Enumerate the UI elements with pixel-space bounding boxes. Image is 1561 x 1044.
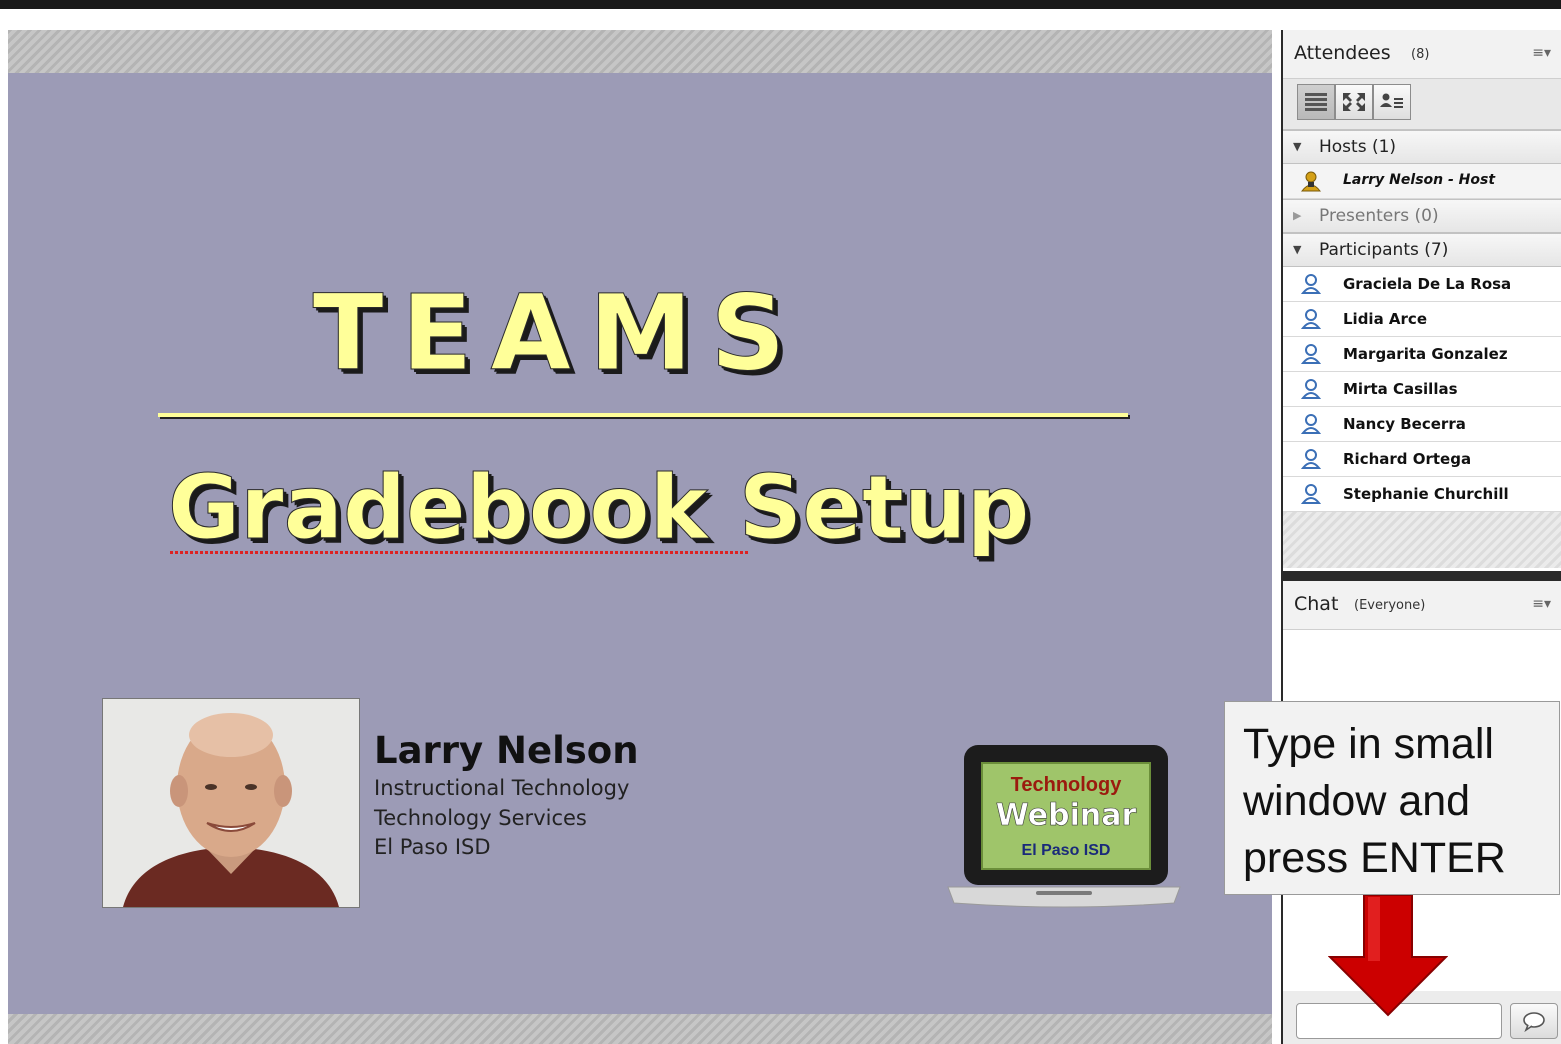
collapse-triangle-icon: ▼ (1293, 140, 1302, 153)
participant-name: Graciela De La Rosa (1343, 275, 1512, 293)
participant-user-icon (1300, 309, 1322, 329)
chat-header: Chat (Everyone) ≡▾ (1283, 581, 1561, 630)
user-list-icon (1380, 93, 1403, 108)
participant-name: Margarita Gonzalez (1343, 345, 1508, 363)
chat-title: Chat (1294, 593, 1339, 615)
instruction-callout: Type in small window and press ENTER (1224, 701, 1560, 895)
participant-user-icon (1300, 484, 1322, 504)
attendee-view-toolbar (1283, 79, 1561, 130)
attendees-header: Attendees (8) ≡▾ (1283, 30, 1561, 79)
chat-menu-icon[interactable]: ≡▾ (1532, 596, 1551, 612)
hosts-group-label: Hosts (1) (1319, 137, 1397, 157)
participants-group-header[interactable]: ▼ Participants (7) (1283, 233, 1561, 267)
callout-line-3: press ENTER (1243, 834, 1506, 882)
host-name: Larry Nelson - Host (1343, 172, 1496, 188)
logo-text-technology: Technology (1011, 774, 1123, 796)
participant-user-icon (1300, 449, 1322, 469)
presenter-division: Technology Services (374, 806, 587, 830)
chat-scope: (Everyone) (1354, 598, 1426, 613)
list-view-button[interactable] (1297, 84, 1335, 120)
attendee-list-empty-area (1283, 512, 1561, 568)
spellcheck-underline (170, 551, 750, 554)
participant-user-icon (1300, 414, 1322, 434)
chat-send-button[interactable] (1510, 1003, 1558, 1039)
speech-bubble-icon (1523, 1012, 1545, 1032)
host-user-icon (1300, 171, 1322, 192)
attendee-row[interactable]: Lidia Arce (1283, 302, 1561, 337)
attendees-menu-icon[interactable]: ≡▾ (1532, 45, 1551, 61)
webinar-logo: Technology Webinar El Paso ISD (944, 741, 1184, 911)
attendee-row[interactable]: Stephanie Churchill (1283, 477, 1561, 512)
attendees-pod: Attendees (8) ≡▾ ▼ Hosts (1) Larry Nelso… (1283, 30, 1561, 571)
attendee-row-host[interactable]: Larry Nelson - Host (1283, 164, 1561, 199)
callout-line-2: window and (1243, 777, 1471, 825)
participant-user-icon (1300, 274, 1322, 294)
participant-name: Richard Ortega (1343, 450, 1472, 468)
expand-triangle-icon: ▶ (1293, 209, 1302, 222)
list-view-icon (1305, 93, 1327, 111)
collapse-triangle-icon: ▼ (1293, 243, 1302, 256)
slide-title: TEAMS (312, 272, 804, 395)
top-bar (0, 0, 1561, 9)
attendee-row[interactable]: Nancy Becerra (1283, 407, 1561, 442)
attendee-row[interactable]: Richard Ortega (1283, 442, 1561, 477)
participant-user-icon (1300, 379, 1322, 399)
expand-view-button[interactable] (1335, 84, 1373, 120)
presenter-photo (102, 698, 360, 908)
logo-text-org: El Paso ISD (1022, 842, 1111, 859)
attendee-row[interactable]: Graciela De La Rosa (1283, 267, 1561, 302)
attendees-title: Attendees (1294, 42, 1391, 64)
attendee-row[interactable]: Margarita Gonzalez (1283, 337, 1561, 372)
participant-name: Mirta Casillas (1343, 380, 1458, 398)
participants-group-label: Participants (7) (1319, 240, 1449, 260)
participant-name: Stephanie Churchill (1343, 485, 1509, 503)
attendee-details-button[interactable] (1373, 84, 1411, 120)
presenter-organization: El Paso ISD (374, 835, 491, 859)
slide-subtitle: Gradebook Setup (168, 456, 1031, 560)
participant-name: Lidia Arce (1343, 310, 1427, 328)
presenter-name: Larry Nelson (374, 729, 639, 772)
participant-name: Nancy Becerra (1343, 415, 1466, 433)
presenters-group-header[interactable]: ▶ Presenters (0) (1283, 199, 1561, 233)
participant-user-icon (1300, 344, 1322, 364)
presentation-slide: TEAMS Gradebook Setup Larry Nelson Instr… (8, 73, 1272, 1014)
red-down-arrow-icon (1328, 895, 1448, 1017)
title-divider (158, 413, 1128, 417)
logo-text-webinar: Webinar (996, 798, 1137, 833)
presenters-group-label: Presenters (0) (1319, 206, 1439, 226)
callout-line-1: Type in small (1243, 720, 1494, 768)
presenter-department: Instructional Technology (374, 776, 630, 800)
share-pod: TEAMS Gradebook Setup Larry Nelson Instr… (8, 30, 1272, 1044)
attendee-row[interactable]: Mirta Casillas (1283, 372, 1561, 407)
expand-arrows-icon (1343, 93, 1365, 111)
attendees-count: (8) (1411, 47, 1430, 62)
hosts-group-header[interactable]: ▼ Hosts (1) (1283, 130, 1561, 164)
